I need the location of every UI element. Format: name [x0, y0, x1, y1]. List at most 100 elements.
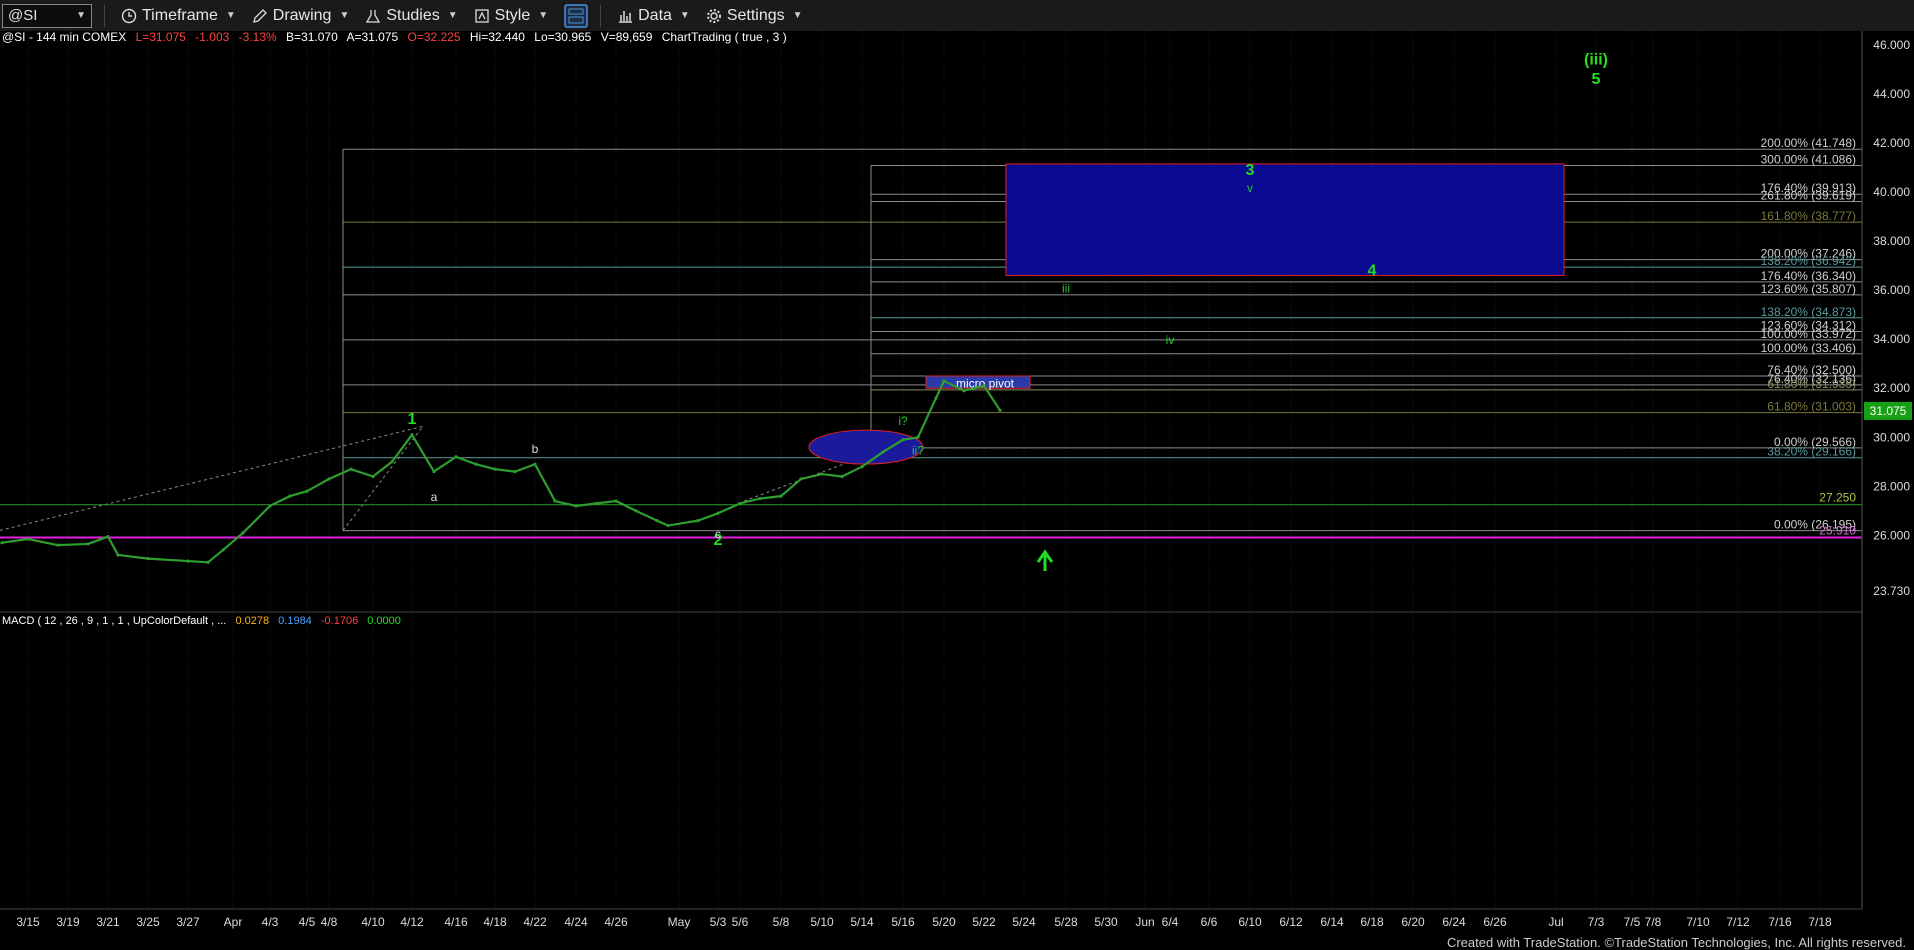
- study-label: ChartTrading ( true , 3 ): [662, 31, 787, 44]
- price-point: [716, 511, 720, 515]
- x-tick-label: 3/15: [16, 915, 40, 929]
- x-tick-label: 3/21: [96, 915, 120, 929]
- data-menu[interactable]: Data ▼: [617, 7, 690, 25]
- x-tick-label: 6/24: [1442, 915, 1466, 929]
- price-point: [56, 543, 60, 547]
- price-point: [432, 470, 436, 474]
- x-tick-label: 4/26: [604, 915, 628, 929]
- price-point: [146, 557, 150, 561]
- x-tick-label: 7/12: [1726, 915, 1750, 929]
- fib-label: 261.80% (39.619): [1761, 188, 1856, 202]
- price-point: [799, 477, 803, 481]
- settings-label: Settings: [726, 6, 785, 24]
- price-point: [454, 455, 458, 459]
- price-point: [288, 494, 292, 498]
- support-label: 25.910: [1819, 524, 1856, 538]
- fib-label: 176.40% (36.340): [1761, 269, 1856, 283]
- price-point: [666, 523, 670, 528]
- wave-label: i?: [898, 414, 908, 428]
- x-tick-label: 5/22: [972, 915, 996, 929]
- chevron-down-icon: ▼: [792, 10, 803, 21]
- x-tick-label: 6/4: [1162, 915, 1179, 929]
- volume: V=89,659: [601, 31, 653, 44]
- price-point: [0, 541, 4, 545]
- price-point: [327, 477, 331, 481]
- price-point: [410, 433, 414, 437]
- symbol-selector[interactable]: @SI ▼: [2, 3, 92, 28]
- wave-label: v: [1247, 181, 1253, 195]
- price-point: [934, 396, 938, 400]
- price-point: [390, 460, 394, 464]
- price-point: [106, 534, 110, 539]
- bar-chart-icon: [619, 10, 633, 23]
- chevron-down-icon: ▼: [447, 10, 458, 21]
- price-point: [186, 559, 190, 563]
- price-point: [594, 501, 598, 506]
- price-point: [738, 501, 742, 506]
- price-point: [241, 531, 245, 535]
- fib-label: 123.60% (35.807): [1761, 282, 1856, 296]
- x-tick-label: Jul: [1548, 915, 1563, 929]
- chevron-down-icon[interactable]: ▼: [76, 10, 86, 21]
- wave-label: iv: [1166, 333, 1175, 347]
- y-tick-label: 26.000: [1873, 528, 1910, 542]
- price-chart[interactable]: 200.00% (41.748) 300.00% (41.086) 176.40% …: [0, 31, 1914, 929]
- price-point: [474, 462, 478, 466]
- price-point: [553, 499, 557, 503]
- price-point: [840, 474, 844, 479]
- drawing-label: Drawing: [272, 6, 332, 24]
- fib-label: 200.00% (41.748): [1761, 136, 1856, 150]
- x-tick-label: 3/25: [136, 915, 160, 929]
- timeframe-menu[interactable]: Timeframe ▼: [121, 7, 236, 25]
- wave-label: 3: [1246, 162, 1255, 179]
- x-tick-label: 7/5: [1624, 915, 1641, 929]
- y-tick-label: 44.000: [1873, 87, 1910, 101]
- x-tick-label: 4/5: [299, 915, 316, 929]
- x-tick-label: 7/10: [1686, 915, 1710, 929]
- wave-label: ii?: [912, 443, 924, 457]
- macd-label: MACD ( 12 , 26 , 9 , 1 , 1 , UpColorDefa…: [2, 615, 226, 627]
- fib-label: 100.00% (33.972): [1761, 327, 1856, 341]
- fib-label: 138.20% (36.942): [1761, 254, 1856, 268]
- price-point: [26, 537, 30, 541]
- x-tick-label: 4/24: [564, 915, 588, 929]
- price-point: [942, 379, 946, 383]
- y-tick-label: 28.000: [1873, 479, 1910, 493]
- price-point: [349, 467, 353, 471]
- net-change: -1.003: [195, 31, 229, 44]
- x-tick-label: 5/28: [1054, 915, 1078, 929]
- settings-menu[interactable]: Settings ▼: [706, 7, 803, 25]
- y-tick-label: 42.000: [1873, 136, 1910, 150]
- macd-zero: 0.0000: [367, 615, 401, 627]
- fib-label: 161.80% (38.777): [1761, 209, 1856, 223]
- x-tick-label: 3/19: [56, 915, 80, 929]
- bid-price: B=31.070: [286, 31, 338, 44]
- price-point: [696, 519, 700, 523]
- x-tick-label: May: [668, 915, 691, 929]
- fib-label: 138.20% (34.873): [1761, 305, 1856, 319]
- wave-label: b: [532, 442, 539, 456]
- y-tick-label: 46.000: [1873, 38, 1910, 52]
- price-point: [533, 462, 537, 466]
- high-price: Hi=32.440: [470, 31, 525, 44]
- chevron-down-icon: ▼: [225, 10, 236, 21]
- macd-avg: 0.1984: [278, 615, 312, 627]
- x-tick-label: Apr: [224, 915, 243, 929]
- chevron-down-icon: ▼: [679, 10, 690, 21]
- x-tick-label: 6/12: [1279, 915, 1303, 929]
- style-menu[interactable]: Style ▼: [474, 7, 548, 25]
- wave-label: 5: [1592, 71, 1601, 88]
- price-point: [268, 504, 272, 508]
- symbol-input[interactable]: @SI: [8, 7, 37, 24]
- drawing-menu[interactable]: Drawing ▼: [252, 6, 349, 25]
- x-tick-label: 5/10: [810, 915, 834, 929]
- layout-button[interactable]: [564, 3, 588, 28]
- macd-value: 0.0278: [235, 615, 269, 627]
- studies-menu[interactable]: Studies ▼: [365, 7, 458, 25]
- x-tick-label: 4/16: [444, 915, 468, 929]
- x-tick-label: 5/3: [710, 915, 727, 929]
- x-tick-label: 6/14: [1320, 915, 1344, 929]
- fib-label: 61.80% (31.003): [1767, 400, 1856, 414]
- y-tick-label: 30.000: [1873, 430, 1910, 444]
- style-icon: [474, 8, 489, 23]
